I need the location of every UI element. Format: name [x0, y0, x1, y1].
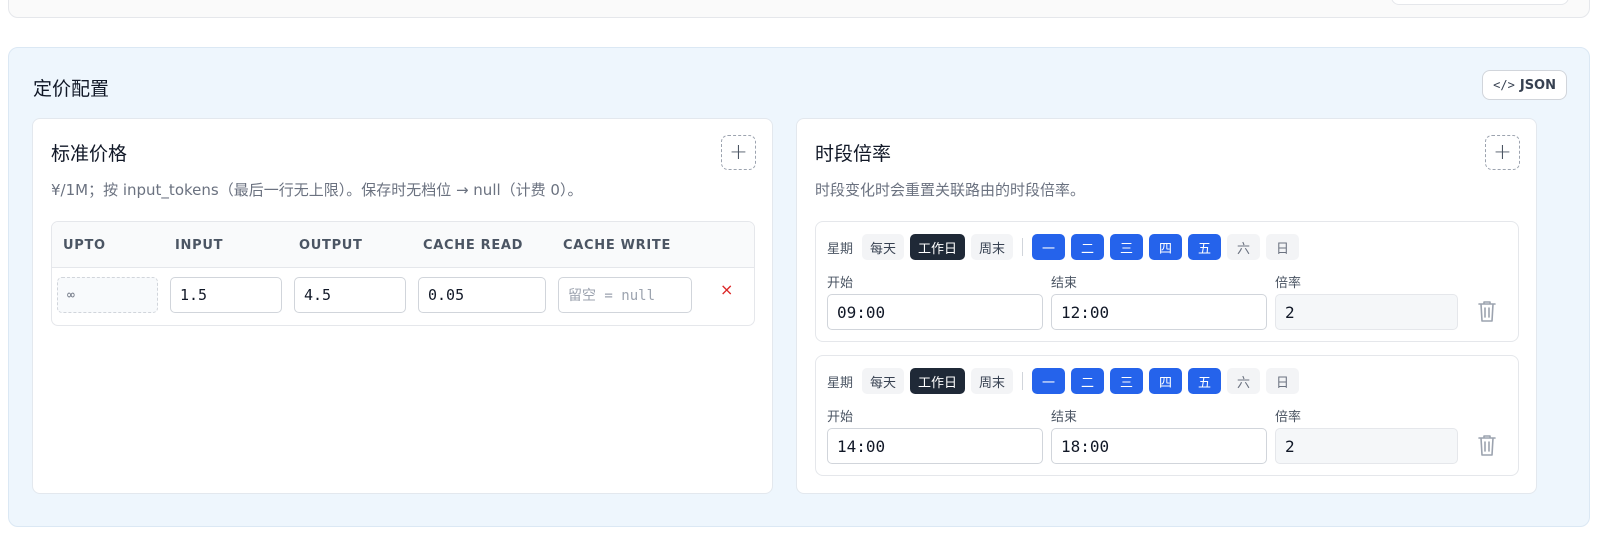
- weekday-selector: 星期 每天 工作日 周末 一 二 三 四 五 六 日: [827, 368, 1300, 394]
- pricing-config-panel: 定价配置 </> JSON 标准价格 + ¥/1M；按 input_tokens…: [8, 47, 1590, 527]
- column-header-cache-read: CACHE READ: [423, 238, 524, 253]
- panel-title: 定价配置: [33, 78, 110, 100]
- day-toggle-tue[interactable]: 二: [1071, 368, 1105, 394]
- timeslot-card: 时段倍率 + 时段变化时会重置关联路由的时段倍率。 星期 每天 工作日 周末 一…: [796, 118, 1537, 494]
- code-icon: </>: [1493, 78, 1515, 92]
- preset-everyday[interactable]: 每天: [862, 368, 905, 394]
- json-button-label: JSON: [1519, 77, 1556, 93]
- preset-everyday[interactable]: 每天: [862, 234, 905, 260]
- preset-weekend[interactable]: 周末: [971, 234, 1014, 260]
- table-row: ∞ 1.5 4.5 0.05 留空 = null ×: [52, 268, 754, 325]
- day-toggle-wed[interactable]: 三: [1110, 368, 1144, 394]
- start-label: 开始: [827, 276, 854, 291]
- input-price-field[interactable]: 1.5: [170, 277, 282, 313]
- weekday-label: 星期: [827, 375, 854, 391]
- day-toggle-mon[interactable]: 一: [1032, 234, 1066, 260]
- price-tier-header: UPTO INPUT OUTPUT CACHE READ CACHE WRITE: [52, 222, 754, 268]
- output-price-field[interactable]: 4.5: [294, 277, 406, 313]
- price-tier-table: UPTO INPUT OUTPUT CACHE READ CACHE WRITE…: [51, 221, 755, 326]
- previous-section-button[interactable]: [1391, 0, 1569, 5]
- standard-price-title: 标准价格: [51, 143, 128, 165]
- json-button[interactable]: </> JSON: [1482, 70, 1567, 100]
- day-toggle-sat[interactable]: 六: [1227, 368, 1261, 394]
- end-time-input[interactable]: 12:00: [1051, 294, 1267, 330]
- column-header-upto: UPTO: [63, 238, 106, 253]
- add-tier-button[interactable]: +: [721, 135, 756, 170]
- weekday-label: 星期: [827, 241, 854, 257]
- day-toggle-sun[interactable]: 日: [1266, 368, 1300, 394]
- column-header-input: INPUT: [175, 238, 224, 253]
- start-label: 开始: [827, 410, 854, 425]
- weekday-selector: 星期 每天 工作日 周末 一 二 三 四 五 六 日: [827, 234, 1300, 260]
- trash-icon[interactable]: [1477, 299, 1497, 323]
- day-toggle-tue[interactable]: 二: [1071, 234, 1105, 260]
- day-toggle-mon[interactable]: 一: [1032, 368, 1066, 394]
- rate-label: 倍率: [1275, 276, 1302, 291]
- end-time-input[interactable]: 18:00: [1051, 428, 1267, 464]
- day-toggle-thu[interactable]: 四: [1149, 234, 1183, 260]
- preset-workday[interactable]: 工作日: [910, 234, 966, 260]
- timeslot-title: 时段倍率: [815, 143, 892, 165]
- column-header-cache-write: CACHE WRITE: [563, 238, 672, 253]
- plus-icon: +: [1493, 140, 1512, 165]
- column-header-output: OUTPUT: [299, 238, 363, 253]
- day-toggle-fri[interactable]: 五: [1188, 234, 1222, 260]
- standard-price-card: 标准价格 + ¥/1M；按 input_tokens（最后一行无上限）。保存时无…: [32, 118, 773, 494]
- cache-read-field[interactable]: 0.05: [418, 277, 546, 313]
- rate-input[interactable]: 2: [1275, 428, 1458, 464]
- end-label: 结束: [1051, 276, 1078, 291]
- divider: [1022, 238, 1024, 256]
- plus-icon: +: [729, 140, 748, 165]
- standard-price-description: ¥/1M；按 input_tokens（最后一行无上限）。保存时无档位 → nu…: [51, 181, 583, 199]
- start-time-input[interactable]: 14:00: [827, 428, 1043, 464]
- previous-section: [8, 0, 1590, 18]
- close-icon[interactable]: ×: [720, 280, 733, 299]
- preset-workday[interactable]: 工作日: [910, 368, 966, 394]
- add-slot-button[interactable]: +: [1485, 135, 1520, 170]
- day-toggle-sat[interactable]: 六: [1227, 234, 1261, 260]
- trash-icon[interactable]: [1477, 433, 1497, 457]
- cache-write-field[interactable]: 留空 = null: [558, 277, 692, 313]
- day-toggle-thu[interactable]: 四: [1149, 368, 1183, 394]
- end-label: 结束: [1051, 410, 1078, 425]
- preset-weekend[interactable]: 周末: [971, 368, 1014, 394]
- timeslot-description: 时段变化时会重置关联路由的时段倍率。: [815, 181, 1086, 199]
- divider: [1022, 372, 1024, 390]
- upto-field[interactable]: ∞: [57, 277, 158, 313]
- day-toggle-fri[interactable]: 五: [1188, 368, 1222, 394]
- timeslot-block: 星期 每天 工作日 周末 一 二 三 四 五 六 日 开始 结束 倍率 09:0…: [815, 221, 1519, 342]
- day-toggle-sun[interactable]: 日: [1266, 234, 1300, 260]
- day-toggle-wed[interactable]: 三: [1110, 234, 1144, 260]
- timeslot-block: 星期 每天 工作日 周末 一 二 三 四 五 六 日 开始 结束 倍率 14:0…: [815, 355, 1519, 476]
- start-time-input[interactable]: 09:00: [827, 294, 1043, 330]
- rate-label: 倍率: [1275, 410, 1302, 425]
- rate-input[interactable]: 2: [1275, 294, 1458, 330]
